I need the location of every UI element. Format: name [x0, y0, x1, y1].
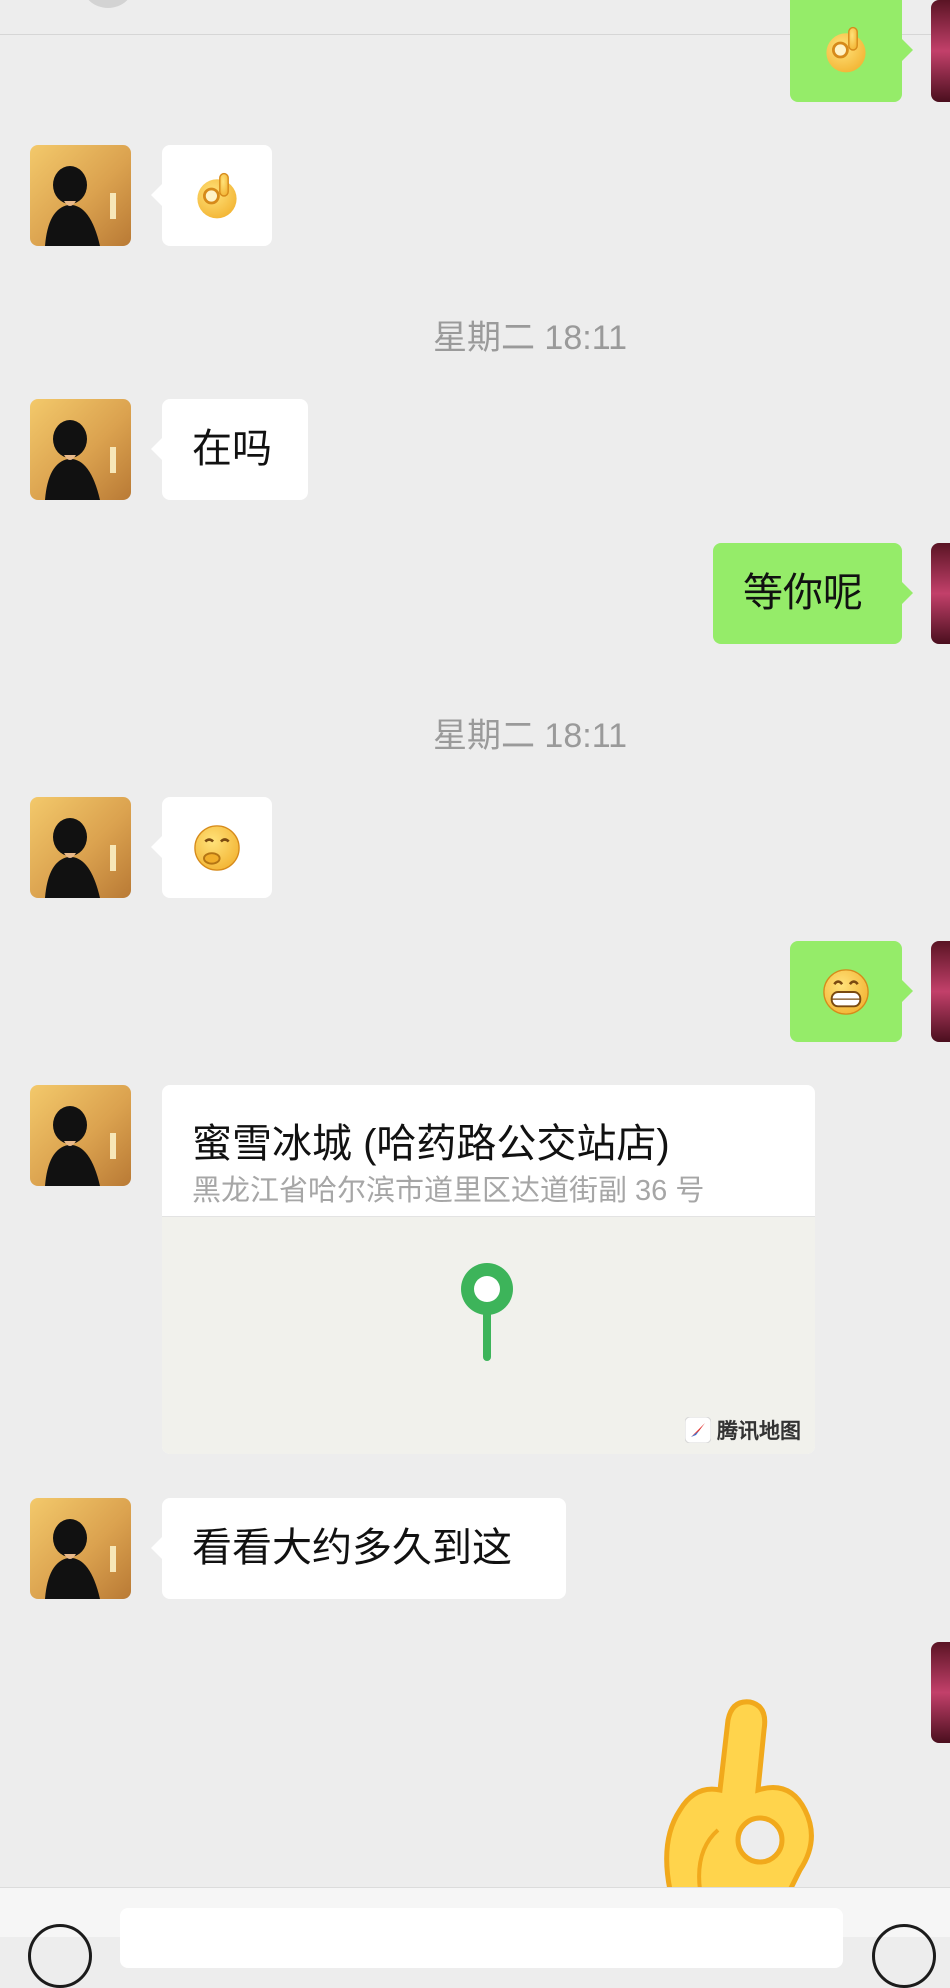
- avatar-image: [30, 399, 131, 500]
- map-preview[interactable]: 腾讯地图: [162, 1216, 815, 1454]
- avatar-image: [30, 1498, 131, 1599]
- input-bar: [0, 1887, 950, 1988]
- message-input[interactable]: [120, 1908, 843, 1968]
- contact-avatar[interactable]: [30, 797, 131, 898]
- contact-avatar[interactable]: [30, 1498, 131, 1599]
- contact-avatar[interactable]: [30, 145, 131, 246]
- message-bubble-outgoing[interactable]: [790, 0, 913, 102]
- message-bubble-outgoing[interactable]: [790, 941, 913, 1042]
- avatar-image: [931, 0, 950, 102]
- avatar-image: [30, 797, 131, 898]
- avatar-image: [30, 145, 131, 246]
- message-bubble-outgoing[interactable]: 等你呢: [713, 543, 913, 644]
- avatar-image: [931, 941, 950, 1042]
- self-avatar[interactable]: [931, 543, 950, 644]
- timestamp: 星期二 18:11: [432, 717, 627, 755]
- message-bubble-incoming[interactable]: 在吗: [151, 399, 308, 500]
- message-bubble-incoming[interactable]: 看看大约多久到这: [151, 1498, 566, 1599]
- avatar-image: [931, 543, 950, 644]
- contact-avatar[interactable]: [30, 399, 131, 500]
- timestamp: 星期二 18:11: [432, 319, 627, 357]
- ok-hand-sticker[interactable]: [640, 1690, 840, 1890]
- tencent-map-icon: [685, 1417, 711, 1443]
- map-provider-logo: 腾讯地图: [685, 1415, 801, 1445]
- self-avatar[interactable]: [931, 0, 950, 102]
- contact-avatar[interactable]: [30, 1085, 131, 1186]
- message-bubble-incoming[interactable]: [151, 797, 272, 898]
- ok-hand-emoji: [197, 172, 237, 218]
- ok-hand-emoji: [826, 26, 866, 73]
- location-address: 黑龙江省哈尔滨市道里区达道街副 36 号: [192, 1175, 705, 1207]
- self-avatar[interactable]: [931, 1642, 950, 1743]
- map-provider-name: 腾讯地图: [717, 1420, 801, 1443]
- avatar-image: [931, 1642, 950, 1743]
- avatar-image: [30, 1085, 131, 1186]
- voice-button[interactable]: [28, 1924, 92, 1988]
- message-bubble-incoming[interactable]: [151, 145, 272, 246]
- emoji-button[interactable]: [872, 1924, 936, 1988]
- location-card[interactable]: 蜜雪冰城 (哈药路公交站店) 黑龙江省哈尔滨市道里区达道街副 36 号 腾讯地图: [162, 1085, 815, 1454]
- location-pin-icon: [461, 1263, 513, 1361]
- grinning-face-emoji: [823, 968, 869, 1015]
- thinking-face-emoji: [194, 824, 240, 871]
- location-name: 蜜雪冰城 (哈药路公交站店): [192, 1122, 670, 1166]
- self-avatar[interactable]: [931, 941, 950, 1042]
- back-button[interactable]: [82, 0, 134, 8]
